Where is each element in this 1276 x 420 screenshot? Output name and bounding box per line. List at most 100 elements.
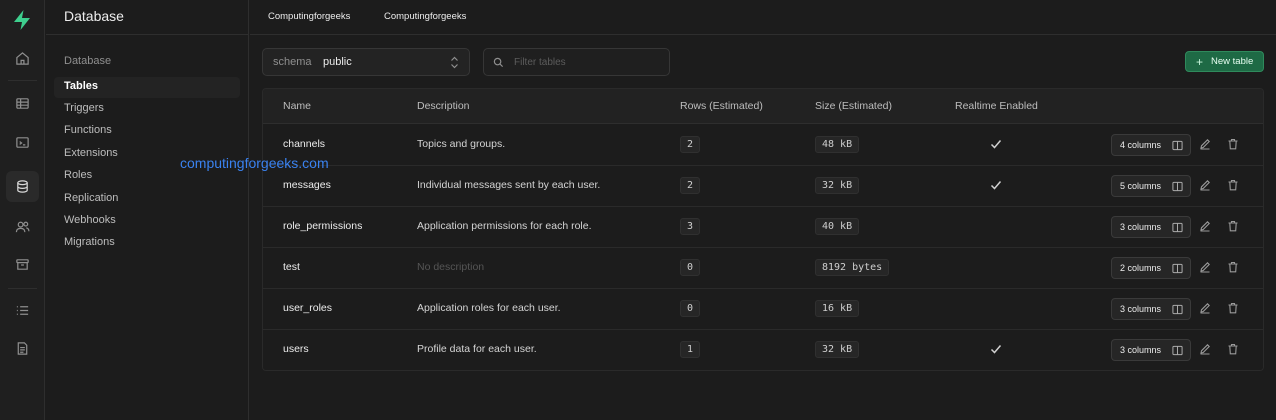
size-estimate: 40 kB (815, 218, 860, 235)
tables-table: Name Description Rows (Estimated) Size (… (262, 88, 1264, 371)
database-menu: Database Database Tables Triggers Functi… (46, 0, 249, 420)
table-name: users (283, 343, 309, 355)
trash-icon[interactable] (1227, 138, 1239, 150)
size-estimate: 32 kB (815, 341, 860, 358)
database-icon[interactable] (6, 171, 39, 202)
table-name: role_permissions (283, 220, 363, 232)
edit-icon[interactable] (1199, 220, 1211, 232)
size-estimate: 16 kB (815, 300, 860, 317)
trash-icon[interactable] (1227, 343, 1239, 355)
columns-label: 3 columns (1120, 345, 1162, 355)
realtime-check-icon (990, 345, 1002, 354)
columns-icon (1172, 345, 1183, 356)
table-description: No description (417, 261, 485, 273)
header-name: Name (283, 100, 312, 112)
rail-divider (8, 80, 37, 81)
table-editor-icon[interactable] (12, 93, 32, 113)
new-table-label: New table (1211, 56, 1254, 67)
table-description: Topics and groups. (417, 138, 506, 150)
columns-button[interactable]: 5 columns (1111, 175, 1191, 197)
menu-item-replication[interactable]: Replication (54, 189, 240, 210)
edit-icon[interactable] (1199, 302, 1211, 314)
plus-icon: + (1196, 54, 1204, 69)
columns-label: 4 columns (1120, 140, 1162, 150)
sql-editor-icon[interactable] (12, 132, 32, 152)
rows-estimate: 2 (680, 177, 701, 194)
columns-button[interactable]: 4 columns (1111, 134, 1191, 156)
table-description: Application roles for each user. (417, 302, 561, 314)
columns-icon (1172, 263, 1183, 274)
columns-label: 3 columns (1120, 222, 1162, 232)
header-size: Size (Estimated) (815, 100, 893, 112)
rail-divider (8, 288, 37, 289)
table-header: Name Description Rows (Estimated) Size (… (263, 89, 1263, 124)
breadcrumb-org[interactable]: Computingforgeeks (268, 11, 350, 22)
columns-label: 3 columns (1120, 304, 1162, 314)
trash-icon[interactable] (1227, 179, 1239, 191)
table-description: Application permissions for each role. (417, 220, 592, 232)
new-table-button[interactable]: + New table (1185, 51, 1264, 72)
table-row[interactable]: user_roles Application roles for each use… (263, 289, 1263, 330)
menu-item-functions[interactable]: Functions (54, 121, 240, 142)
edit-icon[interactable] (1199, 343, 1211, 355)
columns-icon (1172, 222, 1183, 233)
columns-button[interactable]: 3 columns (1111, 339, 1191, 361)
columns-icon (1172, 140, 1183, 151)
table-description: Individual messages sent by each user. (417, 179, 601, 191)
edit-icon[interactable] (1199, 261, 1211, 273)
trash-icon[interactable] (1227, 302, 1239, 314)
filter-tables-field[interactable] (483, 48, 670, 76)
trash-icon[interactable] (1227, 220, 1239, 232)
logs-icon[interactable] (12, 300, 32, 320)
menu-item-triggers[interactable]: Triggers (54, 99, 240, 120)
search-icon (493, 57, 504, 68)
app-window: Database Database Tables Triggers Functi… (0, 0, 1276, 420)
table-row[interactable]: messages Individual messages sent by each… (263, 166, 1263, 207)
supabase-logo-icon[interactable] (11, 9, 33, 31)
columns-label: 5 columns (1120, 181, 1162, 191)
table-name: test (283, 261, 300, 273)
schema-value: public (323, 56, 352, 68)
header-realtime: Realtime Enabled (955, 100, 1038, 112)
columns-button[interactable]: 3 columns (1111, 298, 1191, 320)
rows-estimate: 3 (680, 218, 701, 235)
columns-button[interactable]: 3 columns (1111, 216, 1191, 238)
table-name: messages (283, 179, 331, 191)
home-icon[interactable] (12, 48, 32, 68)
rows-estimate: 0 (680, 300, 701, 317)
table-name: user_roles (283, 302, 333, 314)
menu-section-label: Database (64, 55, 112, 67)
size-estimate: 8192 bytes (815, 259, 890, 276)
trash-icon[interactable] (1227, 261, 1239, 273)
edit-icon[interactable] (1199, 138, 1211, 150)
docs-icon[interactable] (12, 338, 32, 358)
header-rows: Rows (Estimated) (680, 100, 763, 112)
breadcrumb-project[interactable]: Computingforgeeks (384, 11, 466, 22)
columns-button[interactable]: 2 columns (1111, 257, 1191, 279)
filter-tables-input[interactable] (514, 54, 664, 71)
schema-label: schema (273, 56, 312, 68)
storage-icon[interactable] (12, 254, 32, 274)
menu-item-webhooks[interactable]: Webhooks (54, 211, 240, 232)
table-row[interactable]: channels Topics and groups. 2 48 kB 4 column… (263, 125, 1263, 166)
table-row[interactable]: role_permissions Application permissions … (263, 207, 1263, 248)
edit-icon[interactable] (1199, 179, 1211, 191)
size-estimate: 32 kB (815, 177, 860, 194)
rows-estimate: 1 (680, 341, 701, 358)
watermark: computingforgeeks.com (180, 155, 329, 171)
users-icon[interactable] (12, 216, 32, 236)
columns-icon (1172, 181, 1183, 192)
table-row[interactable]: test No description 0 8192 bytes 2 columns (263, 248, 1263, 289)
menu-item-tables[interactable]: Tables (54, 77, 240, 98)
menu-item-migrations[interactable]: Migrations (54, 233, 240, 254)
realtime-check-icon (990, 140, 1002, 149)
icon-rail (0, 0, 45, 420)
header-description: Description (417, 100, 470, 112)
size-estimate: 48 kB (815, 136, 860, 153)
schema-selector[interactable]: schema public (262, 48, 470, 76)
table-name: channels (283, 138, 326, 150)
table-description: Profile data for each user. (417, 343, 537, 355)
table-row[interactable]: users Profile data for each user. 1 32 kB 3 … (263, 330, 1263, 370)
realtime-check-icon (990, 181, 1002, 190)
chevron-up-down-icon (451, 56, 458, 69)
